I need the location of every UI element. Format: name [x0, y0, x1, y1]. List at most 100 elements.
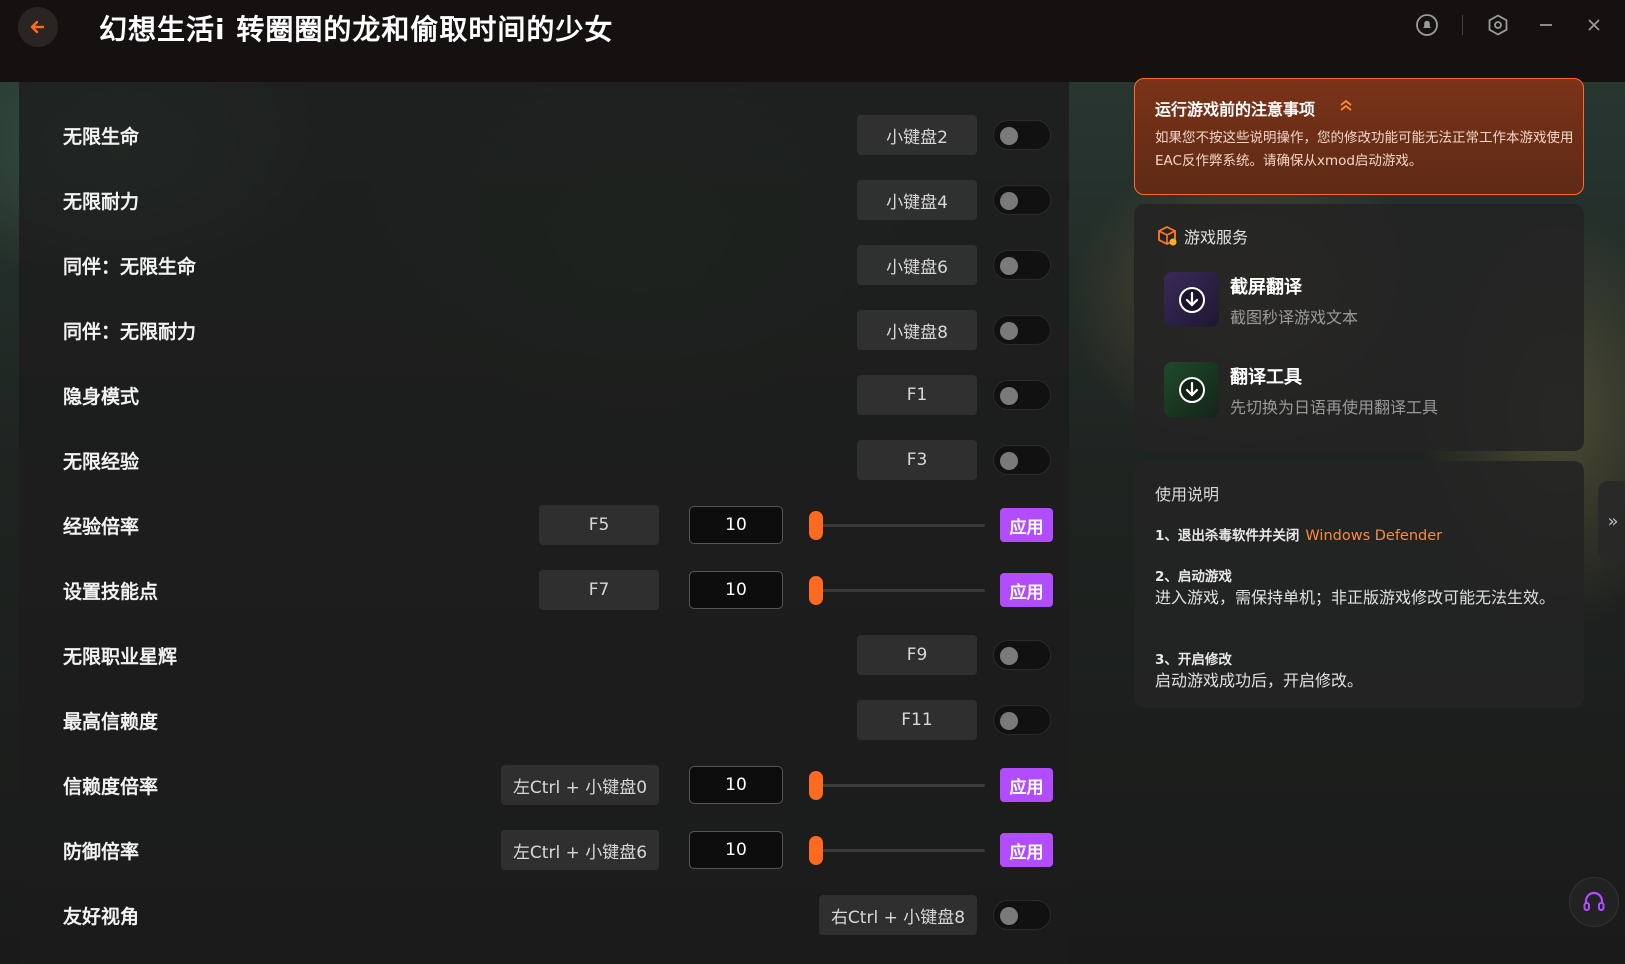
- cheat-label: 无限经验: [63, 451, 140, 473]
- slider-thumb[interactable]: [809, 771, 823, 800]
- title-bar: 幻想生活i 转圈圈的龙和偷取时间的少女: [0, 0, 1625, 82]
- apply-button[interactable]: 应用: [1000, 573, 1053, 607]
- expand-sidebar-button[interactable]: »: [1598, 481, 1625, 561]
- download-circle-icon: [1164, 272, 1219, 327]
- step-body: 启动游戏成功后，开启修改。: [1155, 671, 1364, 690]
- hotkey-button[interactable]: 小键盘2: [857, 115, 977, 155]
- toggle-knob: [1000, 192, 1018, 210]
- cheat-label: 设置技能点: [63, 581, 159, 603]
- instructions-title: 使用说明: [1155, 485, 1220, 504]
- hotkey-button[interactable]: 右Ctrl + 小键盘8: [819, 895, 977, 935]
- instructions-card: 使用说明 1、退出杀毒软件并关闭 Windows Defender 2、启动游戏 …: [1134, 461, 1584, 708]
- notification-button[interactable]: [1414, 12, 1440, 38]
- cheat-label: 同伴：无限生命: [63, 256, 197, 278]
- toggle-switch[interactable]: [993, 380, 1051, 410]
- close-button[interactable]: [1581, 12, 1607, 38]
- toggle-switch[interactable]: [993, 640, 1051, 670]
- hotkey-button[interactable]: 小键盘6: [857, 245, 977, 285]
- slider-track[interactable]: [809, 589, 985, 592]
- cheat-label: 无限耐力: [63, 191, 140, 213]
- chevron-up-icon[interactable]: [1338, 97, 1354, 113]
- cheat-row: 无限耐力 小键盘4: [19, 180, 1069, 220]
- slider-thumb[interactable]: [809, 836, 823, 865]
- step-heading: 2、启动游戏: [1155, 569, 1232, 585]
- toggle-switch[interactable]: [993, 120, 1051, 150]
- arrow-left-icon: [30, 20, 45, 34]
- toggle-switch[interactable]: [993, 315, 1051, 345]
- cheat-label: 友好视角: [63, 906, 140, 928]
- cheat-row: 设置技能点 F7 应用: [19, 570, 1069, 610]
- cheat-row: 防御倍率 左Ctrl + 小键盘6 应用: [19, 830, 1069, 870]
- toggle-knob: [1000, 452, 1018, 470]
- apply-button[interactable]: 应用: [1000, 833, 1053, 867]
- download-circle-icon: [1164, 362, 1219, 417]
- toggle-switch[interactable]: [993, 445, 1051, 475]
- hotkey-button[interactable]: 小键盘4: [857, 180, 977, 220]
- minimize-icon: [1540, 24, 1552, 26]
- toggle-switch[interactable]: [993, 900, 1051, 930]
- cheat-row: 同伴：无限生命 小键盘6: [19, 245, 1069, 285]
- cheat-label: 无限生命: [63, 126, 140, 148]
- instruction-step: 3、开启修改 启动游戏成功后，开启修改。: [1155, 648, 1570, 691]
- notice-text: 如果您不按这些说明操作，您的修改功能可能无法正常工作本游戏使用EAC反作弊系统。…: [1155, 130, 1574, 169]
- apply-button[interactable]: 应用: [1000, 768, 1053, 802]
- toggle-switch[interactable]: [993, 250, 1051, 280]
- value-input[interactable]: [689, 506, 783, 544]
- service-subtitle: 先切换为日语再使用翻译工具: [1230, 398, 1439, 417]
- step-heading: 1、退出杀毒软件并关闭: [1155, 528, 1300, 544]
- hotkey-button[interactable]: F1: [857, 375, 977, 415]
- step-body: 进入游戏，需保持单机；非正版游戏修改可能无法生效。: [1155, 588, 1556, 607]
- settings-button[interactable]: [1485, 12, 1511, 38]
- hotkey-button[interactable]: F9: [857, 635, 977, 675]
- cheat-row: 无限职业星辉 F9: [19, 635, 1069, 675]
- hotkey-button[interactable]: F7: [539, 570, 659, 610]
- slider-track[interactable]: [809, 524, 985, 527]
- cheat-row: 友好视角 右Ctrl + 小键盘8: [19, 895, 1069, 935]
- hotkey-button[interactable]: F11: [857, 700, 977, 740]
- toggle-switch[interactable]: [993, 185, 1051, 215]
- game-box-icon: [1158, 225, 1177, 246]
- support-button[interactable]: [1569, 877, 1619, 927]
- cheat-label: 经验倍率: [63, 516, 140, 538]
- cheat-row: 信赖度倍率 左Ctrl + 小键盘0 应用: [19, 765, 1069, 805]
- service-title: 翻译工具: [1230, 367, 1302, 388]
- cheat-row: 经验倍率 F5 应用: [19, 505, 1069, 545]
- service-screenshot-translate[interactable]: 截屏翻译 截图秒译游戏文本: [1164, 272, 1564, 330]
- instruction-step: 1、退出杀毒软件并关闭 Windows Defender: [1155, 524, 1570, 544]
- toggle-knob: [1000, 387, 1018, 405]
- value-input[interactable]: [689, 766, 783, 804]
- minimize-button[interactable]: [1533, 12, 1559, 38]
- hotkey-button[interactable]: F5: [539, 505, 659, 545]
- service-translate-tool[interactable]: 翻译工具 先切换为日语再使用翻译工具: [1164, 362, 1564, 420]
- back-button[interactable]: [18, 7, 58, 47]
- windows-defender-link[interactable]: Windows Defender: [1305, 528, 1442, 544]
- hotkey-button[interactable]: F3: [857, 440, 977, 480]
- toggle-switch[interactable]: [993, 705, 1051, 735]
- cheat-label: 隐身模式: [63, 386, 140, 408]
- cheat-label: 防御倍率: [63, 841, 140, 863]
- slider-thumb[interactable]: [809, 511, 823, 540]
- bell-icon: [1416, 14, 1438, 36]
- toggle-knob: [1000, 712, 1018, 730]
- cheat-row: 无限生命 小键盘2: [19, 115, 1069, 155]
- hotkey-button[interactable]: 左Ctrl + 小键盘6: [501, 830, 659, 870]
- page-title: 幻想生活i 转圈圈的龙和偷取时间的少女: [99, 13, 614, 46]
- toggle-knob: [1000, 322, 1018, 340]
- title-bar-divider: [1462, 15, 1463, 35]
- cheat-label: 无限职业星辉: [63, 646, 178, 668]
- step-heading: 3、开启修改: [1155, 652, 1232, 668]
- game-services-card: 游戏服务 截屏翻译 截图秒译游戏文本 翻译工具 先切换为日语再使用翻译工具: [1134, 204, 1584, 451]
- hotkey-button[interactable]: 左Ctrl + 小键盘0: [501, 765, 659, 805]
- slider-track[interactable]: [809, 849, 985, 852]
- value-input[interactable]: [689, 831, 783, 869]
- hotkey-button[interactable]: 小键盘8: [857, 310, 977, 350]
- double-chevron-right-icon: »: [1607, 510, 1619, 532]
- slider-track[interactable]: [809, 784, 985, 787]
- close-icon: [1588, 19, 1600, 31]
- headset-icon: [1583, 891, 1605, 911]
- value-input[interactable]: [689, 571, 783, 609]
- service-subtitle: 截图秒译游戏文本: [1230, 308, 1359, 327]
- cheat-row: 无限经验 F3: [19, 440, 1069, 480]
- slider-thumb[interactable]: [809, 576, 823, 605]
- apply-button[interactable]: 应用: [1000, 508, 1053, 542]
